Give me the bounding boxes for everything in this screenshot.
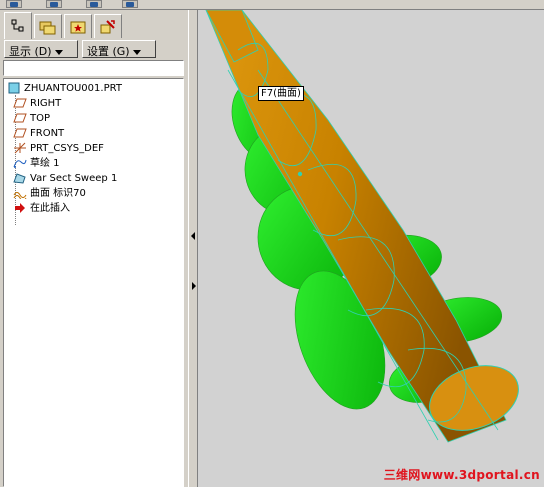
navigator-panel: 显示 (D) 设置 (G) ZHUANTOU001.PRT RIGHT TOP <box>0 10 188 487</box>
tree-item-sweep[interactable]: Var Sect Sweep 1 <box>13 171 117 186</box>
tree-filter-field[interactable] <box>3 60 184 76</box>
eye-icon <box>126 2 134 7</box>
graphics-viewport[interactable]: F7(曲面) 三维网www.3dportal.cn <box>198 10 544 487</box>
folders-icon <box>39 21 56 34</box>
tree-root-label: ZHUANTOU001.PRT <box>24 83 122 94</box>
model-tree-tab[interactable] <box>4 12 32 39</box>
chevron-down-icon <box>132 49 141 55</box>
tree-item-surface[interactable]: 曲面 标识70 <box>13 186 86 201</box>
coordinate-system-icon <box>14 142 26 154</box>
sweep-icon <box>13 173 26 184</box>
favorites-tab[interactable] <box>64 14 92 38</box>
tree-root-item[interactable]: ZHUANTOU001.PRT <box>7 81 122 96</box>
show-menu-label: 显示 (D) <box>9 45 52 58</box>
star-folder-icon <box>70 21 86 33</box>
tree-menu-row: 显示 (D) 设置 (G) <box>2 40 185 58</box>
expand-right-icon[interactable] <box>192 282 196 290</box>
tree-item-right[interactable]: RIGHT <box>13 96 61 111</box>
watermark: 三维网www.3dportal.cn <box>383 468 540 482</box>
tree-item-csys[interactable]: PRT_CSYS_DEF <box>13 141 104 156</box>
tree-item-label: Var Sect Sweep 1 <box>30 173 118 184</box>
connections-icon <box>100 19 115 33</box>
settings-menu-label: 设置 (G) <box>87 45 130 58</box>
tree-item-label: PRT_CSYS_DEF <box>30 143 104 154</box>
toolbar-button-1[interactable] <box>6 0 22 8</box>
chevron-down-icon <box>54 49 63 55</box>
show-menu-button[interactable]: 显示 (D) <box>4 40 78 58</box>
collapse-left-icon[interactable] <box>191 232 195 240</box>
datum-plane-icon <box>13 113 27 123</box>
toolbar-button-2[interactable] <box>46 0 62 8</box>
drill-model <box>205 10 519 443</box>
sketch-icon <box>13 159 27 168</box>
datum-plane-icon <box>13 128 27 138</box>
eye-icon <box>10 2 18 7</box>
top-toolbar <box>0 0 544 10</box>
tree-item-top[interactable]: TOP <box>13 111 50 126</box>
tree-item-label: 草绘 1 <box>30 158 60 169</box>
surface-icon <box>13 192 27 199</box>
tree-item-label: FRONT <box>30 128 65 139</box>
panel-splitter[interactable] <box>188 10 198 487</box>
tree-item-label: TOP <box>30 113 51 124</box>
selection-point[interactable] <box>297 171 303 177</box>
toolbar-button-4[interactable] <box>122 0 138 8</box>
insert-here-icon <box>15 203 25 213</box>
tree-item-sketch[interactable]: 草绘 1 <box>13 156 60 171</box>
connections-tab[interactable] <box>94 14 122 38</box>
eye-icon <box>50 2 58 7</box>
tree-icon <box>11 19 24 32</box>
feature-tooltip: F7(曲面) <box>258 86 304 101</box>
tree-item-label: 在此插入 <box>30 203 70 214</box>
tree-item-label: RIGHT <box>30 98 62 109</box>
toolbar-button-3[interactable] <box>86 0 102 8</box>
tree-item-label: 曲面 标识70 <box>30 188 86 199</box>
part-icon <box>8 82 20 94</box>
eye-icon <box>90 2 98 7</box>
settings-menu-button[interactable]: 设置 (G) <box>82 40 156 58</box>
folder-browser-tab[interactable] <box>34 14 62 38</box>
tree-item-insert-here[interactable]: 在此插入 <box>13 201 70 216</box>
navigator-tabs <box>2 12 186 39</box>
datum-plane-icon <box>13 98 27 108</box>
tree-item-front[interactable]: FRONT <box>13 126 64 141</box>
model-tree: ZHUANTOU001.PRT RIGHT TOP FRONT PRT_CSYS… <box>3 78 184 487</box>
